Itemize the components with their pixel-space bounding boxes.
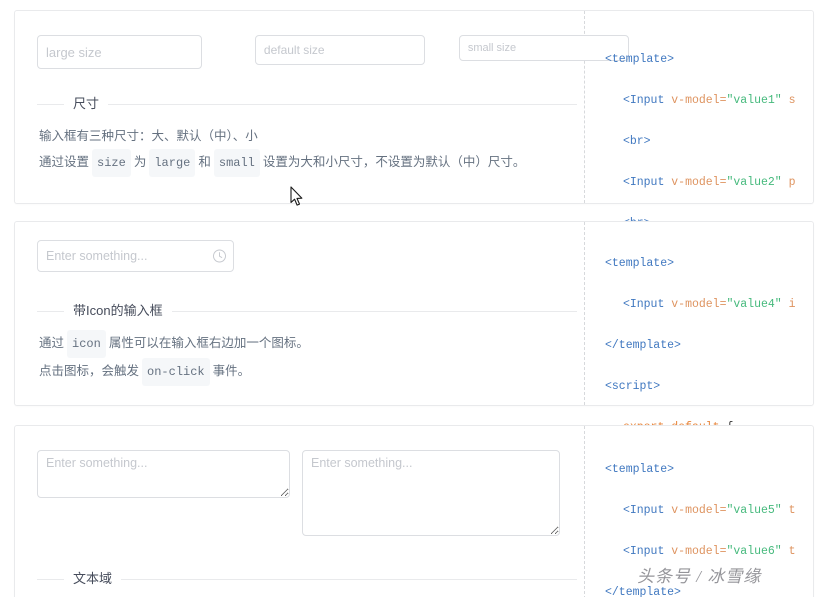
code-rest: t: [781, 503, 796, 517]
code-rest: p: [781, 175, 796, 189]
code-line: <Input v-model="value4" i: [605, 295, 828, 316]
code-attr: v-model=: [671, 503, 727, 517]
code-input-tag: <Input: [622, 93, 665, 107]
desc-text-b: 属性可以在输入框右边加一个图标。: [108, 336, 309, 350]
input-icon-wrapper: [37, 240, 234, 272]
textarea-autosize[interactable]: [37, 450, 290, 498]
code-tpl-open: <template>: [605, 256, 675, 270]
code-line: <template>: [605, 460, 828, 481]
code-input-tag: <Input: [622, 503, 665, 517]
input-small[interactable]: [458, 35, 629, 61]
clock-icon[interactable]: [212, 249, 227, 264]
code-line: <br>: [605, 132, 828, 153]
desc-text-c: 点击图标，会触发: [39, 364, 140, 378]
code-tpl-close: </template>: [605, 585, 681, 597]
code-str: "value4": [726, 297, 782, 311]
legend-sizes: 尺寸: [37, 95, 577, 113]
demo-page: 尺寸 输入框有三种尺寸：大、默认（中）、小 通过设置size为large和sma…: [0, 0, 828, 597]
legend-title-sizes: 尺寸: [64, 95, 109, 113]
legend-title-icon: 带Icon的输入框: [64, 302, 172, 320]
code-line: <Input v-model="value1" s: [605, 91, 828, 112]
textarea-rows[interactable]: [302, 450, 560, 536]
code-attr: v-model=: [671, 175, 727, 189]
code-str: "value1": [726, 93, 782, 107]
input-with-icon[interactable]: [37, 240, 234, 272]
legend-textarea: 文本域: [37, 570, 577, 588]
desc-text-d: 设置为大和小尺寸，不设置为默认（中）尺寸。: [262, 155, 526, 169]
code-input-tag: <Input: [622, 175, 665, 189]
code-line: </template>: [605, 336, 828, 357]
code-on-click: on-click: [142, 358, 210, 386]
code-tpl-open: <template>: [605, 52, 675, 66]
code-line: <Input v-model="value5" t: [605, 501, 828, 522]
desc-text-a: 通过设置: [39, 155, 90, 169]
input-large[interactable]: [37, 35, 202, 69]
input-default[interactable]: [254, 35, 425, 65]
code-str: "value6": [726, 544, 782, 558]
code-str: "value5": [726, 503, 782, 517]
code-rest: i: [781, 297, 796, 311]
code-size: size: [92, 149, 131, 177]
code-input-tag: <Input: [622, 297, 665, 311]
code-tpl-open: <template>: [605, 462, 675, 476]
code-line: <script>: [605, 377, 828, 398]
card-input-icon: 带Icon的输入框 通过icon属性可以在输入框右边加一个图标。 点击图标，会触…: [14, 221, 814, 557]
card-textarea: 文本域 <template> <Input v-model="value5" t…: [14, 425, 814, 597]
code-line: <template>: [605, 254, 828, 275]
code-br: <br>: [622, 134, 651, 148]
code-line: <template>: [605, 50, 828, 71]
code-large: large: [149, 149, 196, 177]
code-icon: icon: [67, 330, 106, 358]
desc-text-d: 事件。: [212, 364, 251, 378]
code-line: <Input v-model="value6" t: [605, 542, 828, 563]
desc-text-a: 通过: [39, 336, 65, 350]
code-attr: v-model=: [671, 93, 727, 107]
code-small: small: [213, 149, 260, 177]
desc-text-b: 为: [133, 155, 147, 169]
legend-icon: 带Icon的输入框: [37, 302, 577, 320]
legend-rule: [37, 104, 577, 105]
code-attr: v-model=: [671, 297, 727, 311]
code-line: </template>: [605, 583, 828, 597]
code-tpl-close: </template>: [605, 338, 681, 352]
code-rest: t: [781, 544, 796, 558]
card-input-sizes: 尺寸 输入框有三种尺寸：大、默认（中）、小 通过设置size为large和sma…: [14, 10, 814, 353]
desc-text-c: 和: [198, 155, 211, 169]
code-rest: s: [781, 93, 796, 107]
code-line: <Input v-model="value2" p: [605, 173, 828, 194]
code-script-open: <script>: [605, 379, 661, 393]
legend-title-textarea: 文本域: [64, 570, 122, 588]
code-input-tag: <Input: [622, 544, 665, 558]
code-attr: v-model=: [671, 544, 727, 558]
code-str: "value2": [726, 175, 782, 189]
code-block-textarea: <template> <Input v-model="value5" t <In…: [605, 426, 828, 597]
